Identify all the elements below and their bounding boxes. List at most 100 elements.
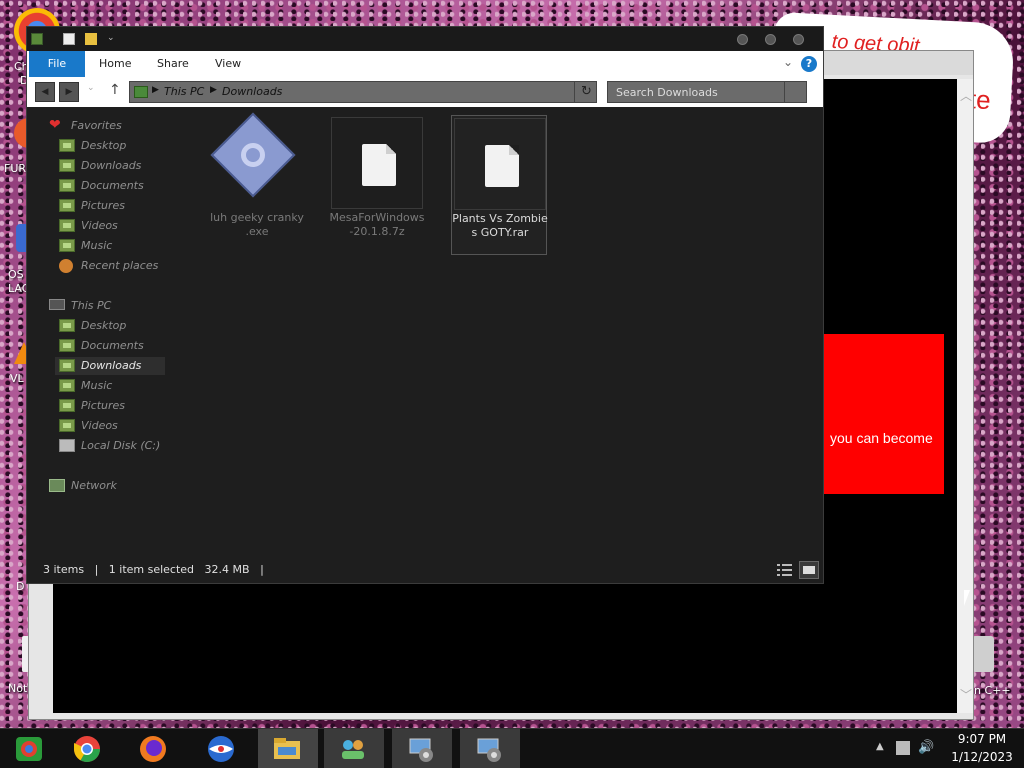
taskbar: ▲ 🔊 9:07 PM 1/12/2023 — [0, 728, 1024, 768]
search-input[interactable] — [608, 82, 784, 102]
desktop-folder-icon — [59, 319, 75, 332]
application-icon — [210, 112, 296, 198]
recent-locations-icon[interactable]: ⌄ — [87, 83, 95, 93]
scroll-down-icon[interactable]: ﹀ — [960, 686, 972, 703]
close-button[interactable] — [793, 34, 804, 45]
desktop-icon-label: OS — [8, 268, 24, 281]
tab-view[interactable]: View — [203, 51, 253, 77]
back-button[interactable]: ◀ — [35, 82, 55, 102]
explorer-titlebar[interactable]: ⌄ — [27, 27, 823, 51]
network-status-icon[interactable] — [896, 741, 910, 755]
status-selection: 1 item selected — [108, 563, 195, 576]
nav-favorites-recent-places[interactable]: Recent places — [59, 257, 199, 275]
taskbar-file-explorer[interactable] — [258, 729, 318, 768]
taskbar-firefox[interactable] — [124, 729, 184, 768]
nav-favorites-videos[interactable]: Videos — [59, 217, 199, 235]
file-explorer-window[interactable]: ⌄ File Home Share View ⌄ ? ◀ ▶ ⌄ ↑ ▶ Thi… — [26, 26, 824, 584]
nav-favorites-pictures[interactable]: Pictures — [59, 197, 199, 215]
clock-date[interactable]: 1/12/2023 — [944, 750, 1020, 764]
help-icon[interactable]: ? — [801, 56, 817, 72]
address-bar[interactable]: ▶ This PC ▶ Downloads ↻ — [129, 81, 597, 103]
star-icon: ❤ — [49, 117, 61, 133]
nav-this-pc-local-disk[interactable]: Local Disk (C:) — [59, 437, 199, 455]
tab-home[interactable]: Home — [87, 51, 143, 77]
background-red-banner: you can become — [822, 334, 944, 494]
navigation-pane: ❤ Favorites Desktop Downloads Documents … — [27, 113, 197, 553]
nav-this-pc-videos[interactable]: Videos — [59, 417, 199, 435]
properties-icon[interactable] — [63, 33, 75, 45]
file-name: Plants Vs Zombies GOTY.rar — [452, 212, 548, 239]
large-icons-view-icon[interactable] — [799, 561, 819, 579]
breadcrumb-arrow-icon[interactable]: ▶ — [152, 85, 159, 95]
file-item[interactable]: MesaForWindows-20.1.8.7z — [329, 115, 425, 255]
nav-this-pc-documents[interactable]: Documents — [59, 337, 199, 355]
documents-folder-icon — [59, 179, 75, 192]
installer-icon — [477, 738, 501, 762]
details-view-icon[interactable] — [777, 563, 793, 577]
nav-network[interactable]: Network — [49, 477, 189, 495]
tab-file[interactable]: File — [29, 51, 85, 77]
file-explorer-icon — [274, 738, 300, 759]
nav-this-pc-music[interactable]: Music — [59, 377, 199, 395]
refresh-icon[interactable]: ↻ — [574, 82, 598, 102]
forward-button[interactable]: ▶ — [59, 82, 79, 102]
file-item-selected[interactable]: Plants Vs Zombies GOTY.rar — [451, 115, 548, 255]
taskbar-installer-2[interactable] — [460, 729, 520, 768]
folder-icon — [134, 86, 148, 98]
search-icon[interactable] — [784, 82, 806, 102]
mouse-cursor — [964, 590, 970, 606]
breadcrumb-downloads[interactable]: Downloads — [222, 85, 282, 98]
expand-ribbon-icon[interactable]: ⌄ — [783, 55, 793, 69]
status-text: 3 items | 1 item selected 32.4 MB | — [43, 563, 264, 576]
disk-drive-icon — [59, 439, 75, 452]
nav-this-pc-desktop[interactable]: Desktop — [59, 317, 199, 335]
desktop-icon-label: Not — [8, 682, 28, 695]
clock-time[interactable]: 9:07 PM — [944, 732, 1020, 746]
start-button[interactable] — [0, 729, 60, 768]
up-arrow-icon[interactable]: ↑ — [109, 82, 121, 98]
network-icon — [49, 479, 65, 492]
downloads-folder-icon — [59, 359, 75, 372]
taskbar-installer-1[interactable] — [392, 729, 452, 768]
videos-folder-icon — [59, 419, 75, 432]
nav-favorites[interactable]: ❤ Favorites — [49, 117, 189, 135]
maximize-button[interactable] — [765, 34, 776, 45]
music-folder-icon — [59, 379, 75, 392]
search-box[interactable] — [607, 81, 807, 103]
taskbar-people[interactable] — [324, 729, 384, 768]
desktop-folder-icon — [59, 139, 75, 152]
people-icon — [342, 740, 364, 759]
volume-icon[interactable]: 🔊 — [918, 740, 934, 755]
nav-favorites-documents[interactable]: Documents — [59, 177, 199, 195]
documents-folder-icon — [59, 339, 75, 352]
recycle-bin-icon[interactable] — [972, 636, 994, 672]
customize-quick-access-icon[interactable]: ⌄ — [107, 33, 119, 45]
show-hidden-icons-icon[interactable]: ▲ — [876, 741, 884, 752]
desktop-icon-label: VL — [10, 372, 24, 385]
nav-this-pc-pictures[interactable]: Pictures — [59, 397, 199, 415]
status-size: 32.4 MB — [204, 563, 250, 576]
nav-this-pc[interactable]: This PC — [49, 297, 189, 315]
file-item[interactable]: luh geeky cranky .exe — [209, 112, 305, 255]
explorer-app-icon — [31, 33, 43, 45]
file-name: MesaForWindows-20.1.8.7z — [329, 211, 425, 238]
scroll-up-icon[interactable]: ︿ — [960, 87, 972, 104]
nav-favorites-downloads[interactable]: Downloads — [59, 157, 199, 175]
recent-places-icon — [59, 259, 73, 273]
taskbar-chrome[interactable] — [58, 729, 118, 768]
new-folder-icon[interactable] — [85, 33, 97, 45]
nav-favorites-desktop[interactable]: Desktop — [59, 137, 199, 155]
minimize-button[interactable] — [737, 34, 748, 45]
tab-share[interactable]: Share — [145, 51, 201, 77]
installer-icon — [409, 738, 433, 762]
taskbar-opera[interactable] — [192, 729, 252, 768]
banner-text: you can become — [830, 430, 933, 446]
background-scrollbar[interactable]: ︿ ﹀ — [957, 79, 973, 713]
nav-this-pc-downloads[interactable]: Downloads — [55, 357, 199, 375]
nav-favorites-music[interactable]: Music — [59, 237, 199, 255]
breadcrumb-arrow-icon[interactable]: ▶ — [210, 85, 217, 95]
gear-icon — [241, 143, 265, 167]
downloads-folder-icon — [59, 159, 75, 172]
breadcrumb-this-pc[interactable]: This PC — [164, 85, 204, 98]
document-icon — [485, 145, 519, 187]
